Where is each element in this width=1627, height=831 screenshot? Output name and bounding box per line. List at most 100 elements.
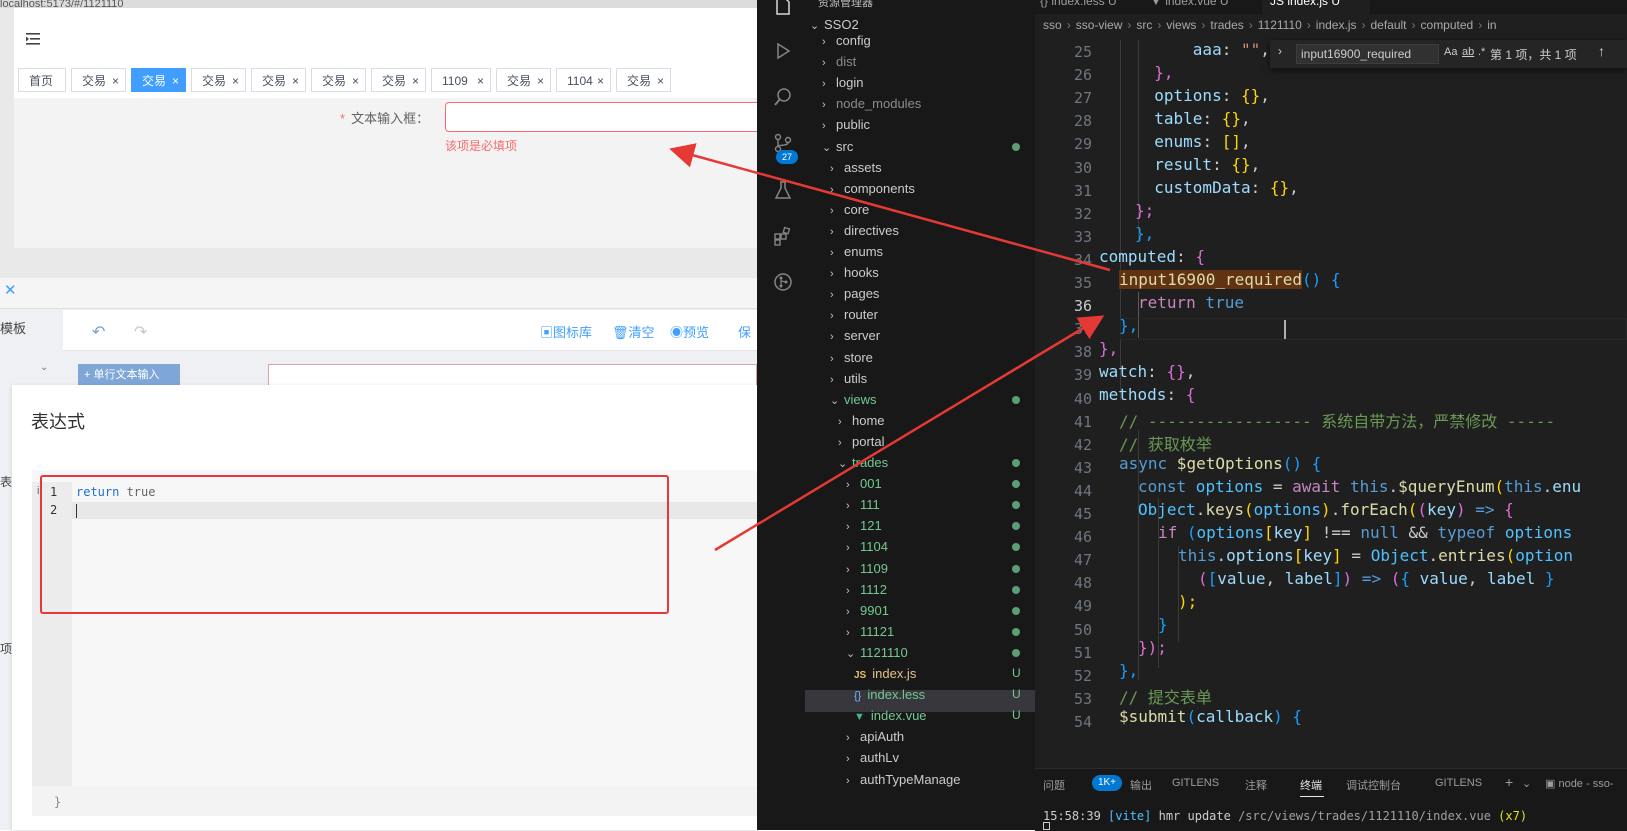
tree-folder[interactable]: ⌄ views bbox=[830, 389, 877, 411]
tree-folder[interactable]: › components bbox=[830, 178, 915, 200]
explorer-icon[interactable] bbox=[773, 0, 793, 16]
tree-folder[interactable]: › authTypeManage bbox=[846, 769, 960, 791]
code-line[interactable]: } bbox=[1158, 615, 1168, 634]
tree-folder[interactable]: › router bbox=[830, 304, 878, 326]
address-bar[interactable]: localhost:5173/#/1121110 bbox=[0, 0, 757, 8]
breadcrumb-item[interactable]: views bbox=[1166, 18, 1196, 32]
code-line[interactable]: return true bbox=[1138, 293, 1244, 312]
code-line[interactable]: }; bbox=[1135, 201, 1154, 220]
match-case-toggle[interactable]: Aa bbox=[1444, 46, 1457, 58]
tab-7[interactable]: 1109 × bbox=[431, 68, 491, 92]
search-icon[interactable] bbox=[773, 87, 793, 107]
tree-file[interactable]: {} index.less bbox=[854, 684, 925, 706]
breadcrumb-item[interactable]: src bbox=[1136, 18, 1152, 32]
chevron-down-icon[interactable]: ⌄ bbox=[1522, 777, 1531, 790]
tree-folder[interactable]: ⌄ 1121110 bbox=[846, 642, 908, 664]
close-icon[interactable]: × bbox=[657, 69, 664, 93]
canvas-field-item[interactable]: + 单行文本输入 bbox=[78, 364, 180, 386]
code-line[interactable]: this.options[key] = Object.entries(optio… bbox=[1178, 546, 1573, 565]
tab-index-less[interactable]: {} index.less U bbox=[1040, 0, 1117, 14]
tree-folder[interactable]: › 001 bbox=[846, 473, 882, 495]
tree-folder[interactable]: › 1109 bbox=[846, 558, 888, 580]
tab-6[interactable]: 交易 × bbox=[371, 68, 426, 92]
tree-folder[interactable]: › config bbox=[822, 30, 871, 52]
code-line[interactable]: ); bbox=[1178, 592, 1197, 611]
code-line[interactable]: Object.keys(options).forEach((key) => { bbox=[1138, 500, 1514, 519]
tree-folder[interactable]: › enums bbox=[830, 241, 883, 263]
code-line[interactable]: computed: { bbox=[1099, 247, 1205, 266]
breadcrumb-item[interactable]: trades bbox=[1210, 18, 1243, 32]
code-line[interactable]: }, bbox=[1119, 661, 1138, 680]
tab-problems[interactable]: 问题 bbox=[1043, 777, 1065, 793]
tab-index-js[interactable]: JS index.js U bbox=[1262, 0, 1370, 14]
chevron-down-icon[interactable]: ⌄ bbox=[40, 362, 48, 373]
preview-button[interactable]: ◉预览 bbox=[670, 322, 709, 341]
tree-folder[interactable]: › authLv bbox=[846, 747, 899, 769]
regex-toggle[interactable]: .* bbox=[1478, 46, 1485, 58]
code-line[interactable]: // ----------------- 系统自带方法，严禁修改 ----- bbox=[1119, 408, 1555, 432]
tab-comments[interactable]: 注释 bbox=[1245, 777, 1267, 793]
code-line[interactable]: async $getOptions() { bbox=[1119, 454, 1321, 473]
code-line[interactable]: // 提交表单 bbox=[1119, 684, 1212, 708]
close-icon[interactable]: × bbox=[172, 69, 179, 93]
tree-folder[interactable]: › 9901 bbox=[846, 600, 889, 622]
plus-icon[interactable]: + bbox=[1505, 774, 1513, 790]
find-input[interactable]: input16900_required bbox=[1296, 44, 1439, 64]
tab-10[interactable]: 交易 × bbox=[616, 68, 671, 92]
tab-5[interactable]: 交易 × bbox=[311, 68, 366, 92]
tree-folder[interactable]: › 1112 bbox=[846, 579, 887, 601]
close-icon[interactable]: × bbox=[597, 69, 604, 93]
tree-folder[interactable]: › 111 bbox=[846, 494, 880, 516]
close-icon[interactable]: × bbox=[477, 69, 484, 93]
tab-gitlens[interactable]: GITLENS bbox=[1172, 777, 1219, 789]
tree-folder[interactable]: › server bbox=[830, 325, 880, 347]
breadcrumb-item[interactable]: sso bbox=[1043, 18, 1062, 32]
terminal-name[interactable]: ▣ node - sso- bbox=[1545, 777, 1613, 790]
tree-folder[interactable]: › apiAuth bbox=[846, 726, 904, 748]
save-button[interactable]: 保 bbox=[738, 322, 751, 341]
tab-output[interactable]: 输出 bbox=[1130, 777, 1152, 793]
tab-debug-console[interactable]: 调试控制台 bbox=[1346, 777, 1401, 793]
tree-folder[interactable]: › portal bbox=[838, 431, 885, 453]
tree-folder[interactable]: › assets bbox=[830, 157, 882, 179]
breadcrumb-item[interactable]: 1121110 bbox=[1258, 18, 1302, 32]
tab-1[interactable]: 交易 × bbox=[71, 68, 126, 92]
code-line[interactable]: options: {}, bbox=[1135, 86, 1270, 105]
breadcrumb-item[interactable]: in bbox=[1487, 18, 1496, 32]
close-icon[interactable]: ✕ bbox=[4, 281, 17, 299]
close-icon[interactable]: × bbox=[112, 69, 119, 93]
menu-fold-icon[interactable] bbox=[26, 32, 42, 46]
tab-2[interactable]: 交易 × bbox=[131, 68, 186, 92]
code-line[interactable]: }, bbox=[1135, 63, 1173, 82]
tree-folder[interactable]: › 1104 bbox=[846, 536, 888, 558]
code-line[interactable]: }, bbox=[1135, 224, 1154, 243]
tree-folder[interactable]: › store bbox=[830, 347, 873, 369]
canvas-field-box[interactable] bbox=[268, 364, 757, 386]
tree-folder[interactable]: › hooks bbox=[830, 262, 879, 284]
code-line[interactable]: customData: {}, bbox=[1135, 178, 1299, 197]
chevron-right-icon[interactable]: › bbox=[1278, 44, 1282, 58]
tab-4[interactable]: 交易 × bbox=[251, 68, 306, 92]
run-debug-icon[interactable] bbox=[773, 41, 793, 61]
breadcrumb-item[interactable]: default bbox=[1370, 18, 1406, 32]
close-icon[interactable]: × bbox=[537, 69, 544, 93]
whole-word-toggle[interactable]: ab bbox=[1462, 46, 1474, 58]
redo-icon[interactable]: ↷ bbox=[134, 322, 147, 342]
tree-folder[interactable]: › core bbox=[830, 199, 869, 221]
tree-folder[interactable]: › utils bbox=[830, 368, 867, 390]
tree-folder[interactable]: › dist bbox=[822, 51, 856, 73]
code-line[interactable]: }); bbox=[1138, 638, 1167, 657]
tree-file[interactable]: JS index.js bbox=[854, 663, 916, 685]
icon-library-button[interactable]: ▣图标库 bbox=[540, 322, 592, 341]
tree-folder[interactable]: › home bbox=[838, 410, 885, 432]
clear-button[interactable]: 🗑清空 bbox=[612, 322, 655, 341]
tab-gitlens-2[interactable]: GITLENS bbox=[1435, 777, 1482, 789]
text-input-field[interactable] bbox=[445, 102, 765, 132]
code-line[interactable]: $submit(callback) { bbox=[1119, 707, 1302, 726]
code-line[interactable]: if (options[key] !== null && typeof opti… bbox=[1158, 523, 1572, 542]
code-line[interactable]: result: {}, bbox=[1135, 155, 1260, 174]
tab-terminal[interactable]: 终端 bbox=[1300, 777, 1322, 793]
extensions-icon[interactable] bbox=[773, 226, 793, 246]
code-line[interactable]: watch: {}, bbox=[1099, 362, 1195, 381]
tab-9[interactable]: 1104 × bbox=[556, 68, 611, 92]
